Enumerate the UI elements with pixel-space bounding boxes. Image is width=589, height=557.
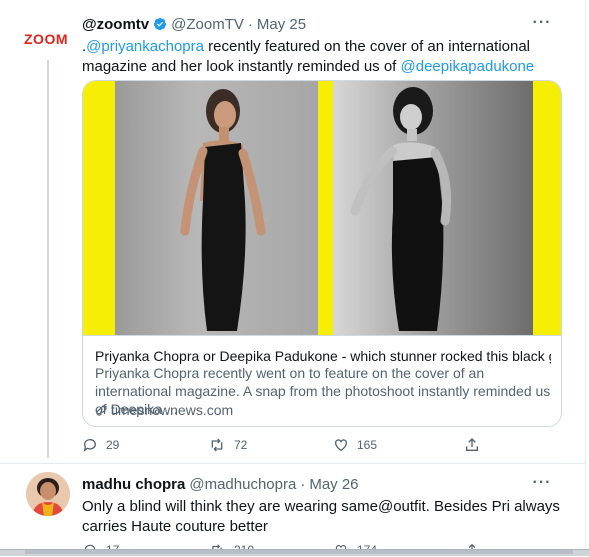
retweet-count: 72 xyxy=(234,438,248,452)
tweet-date[interactable]: May 26 xyxy=(309,476,358,493)
link-card[interactable]: Priyanka Chopra or Deepika Padukone - wh… xyxy=(82,80,562,427)
avatar-photo xyxy=(26,472,70,516)
tweet-header: @zoomtv @ZoomTV · May 25 xyxy=(82,14,562,34)
thread-connector xyxy=(47,60,49,458)
photo-right xyxy=(333,81,533,335)
card-image[interactable] xyxy=(83,81,561,335)
author-handle[interactable]: @ZoomTV xyxy=(171,16,244,33)
card-domain-text: timesnownews.com xyxy=(111,402,234,418)
verified-badge-icon xyxy=(154,17,167,31)
reply-count: 29 xyxy=(106,438,120,452)
mention-link[interactable]: @deepikapadukone xyxy=(401,58,535,75)
author-display-name[interactable]: madhu chopra xyxy=(82,476,185,493)
more-options-icon[interactable]: ··· xyxy=(531,475,553,491)
author-display-name[interactable]: @zoomtv xyxy=(82,16,149,33)
reply-header: madhu chopra @madhuchopra · May 26 xyxy=(82,474,562,494)
share-icon xyxy=(466,438,478,451)
timeline-border xyxy=(585,0,586,555)
reply-text: Only a blind will think they are wearing… xyxy=(82,498,560,535)
heart-icon xyxy=(335,439,347,452)
woman-figure-left xyxy=(180,89,266,331)
tweet-text: .@priyankachopra recently featured on th… xyxy=(82,37,562,77)
retweet-button[interactable]: 72 xyxy=(208,437,247,453)
share-button[interactable] xyxy=(464,437,480,453)
retweet-icon xyxy=(211,438,223,452)
tweet-separator xyxy=(0,463,585,464)
photo-left xyxy=(115,81,318,335)
separator-dot: · xyxy=(300,475,306,493)
tweet-actions: 29 72 165 xyxy=(82,436,562,454)
avatar[interactable] xyxy=(26,472,70,516)
like-count: 165 xyxy=(357,438,378,452)
separator-dot: · xyxy=(247,15,253,33)
card-domain[interactable]: timesnownews.com xyxy=(95,401,233,419)
tweet-date[interactable]: May 25 xyxy=(257,16,306,33)
reply-button[interactable]: 29 xyxy=(82,437,119,453)
mention-link[interactable]: @priyankachopra xyxy=(86,38,204,55)
zoom-logo: ZOOM xyxy=(24,31,68,47)
card-divider xyxy=(83,335,561,336)
card-title[interactable]: Priyanka Chopra or Deepika Padukone - wh… xyxy=(95,347,551,365)
woman-figure-right xyxy=(350,87,452,331)
more-options-icon[interactable]: ··· xyxy=(531,15,553,31)
horizontal-scrollbar-thumb[interactable] xyxy=(25,550,573,554)
link-icon xyxy=(96,404,107,416)
avatar[interactable]: ZOOM xyxy=(20,20,72,58)
reply-icon xyxy=(83,439,96,452)
author-handle[interactable]: @madhuchopra xyxy=(189,476,296,493)
like-button[interactable]: 165 xyxy=(333,437,377,453)
